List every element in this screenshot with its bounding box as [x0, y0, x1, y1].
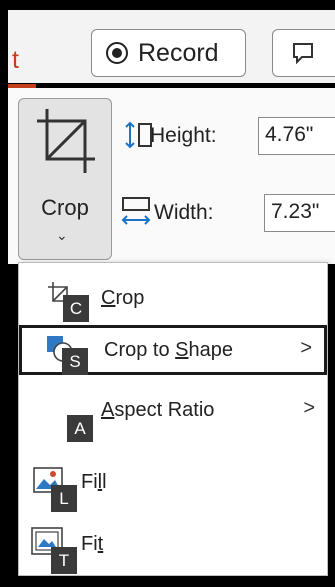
width-icon	[121, 197, 151, 225]
menu-item-aspect-ratio-label: Aspect Ratio	[101, 399, 215, 421]
submenu-arrow-icon: >	[300, 337, 312, 359]
crop-dropdown-menu: C Crop S Crop to Shape > A Aspect Ratio …	[18, 262, 328, 576]
menu-item-fit[interactable]: T Fit	[19, 513, 327, 574]
submenu-arrow-icon: >	[303, 397, 315, 419]
menu-item-crop-to-shape-label: Crop to Shape	[104, 339, 233, 361]
keytip-a: A	[67, 415, 93, 442]
crop-icon	[37, 109, 95, 173]
crop-button-label: Crop	[41, 195, 89, 220]
keytip-l: L	[51, 485, 77, 512]
height-label: Height:	[150, 124, 217, 147]
height-input[interactable]: 4.76"	[258, 117, 335, 155]
record-button-label: Record	[138, 39, 219, 67]
menu-item-crop[interactable]: C Crop	[19, 273, 327, 323]
crop-split-button[interactable]: Crop ⌄	[18, 98, 112, 260]
chevron-down-icon: ⌄	[56, 227, 68, 243]
menu-item-aspect-ratio[interactable]: A Aspect Ratio >	[19, 387, 327, 442]
menu-item-crop-label: Crop	[101, 287, 145, 309]
menu-item-crop-to-shape[interactable]: S Crop to Shape >	[19, 325, 327, 375]
keytip-t: T	[51, 547, 77, 574]
comment-button[interactable]	[272, 29, 335, 77]
keytip-s: S	[62, 348, 88, 375]
keytip-c: C	[63, 295, 89, 322]
width-input[interactable]: 7.23"	[264, 194, 335, 232]
menu-item-fill[interactable]: L Fill	[19, 459, 327, 512]
menu-item-fit-label: Fit	[81, 533, 104, 555]
record-icon	[106, 42, 128, 64]
record-button[interactable]: Record	[91, 29, 246, 77]
menu-item-fill-label: Fill	[81, 471, 107, 493]
width-label: Width:	[154, 201, 214, 224]
tab-partial-label[interactable]: t	[12, 46, 19, 75]
comment-icon	[293, 43, 313, 65]
